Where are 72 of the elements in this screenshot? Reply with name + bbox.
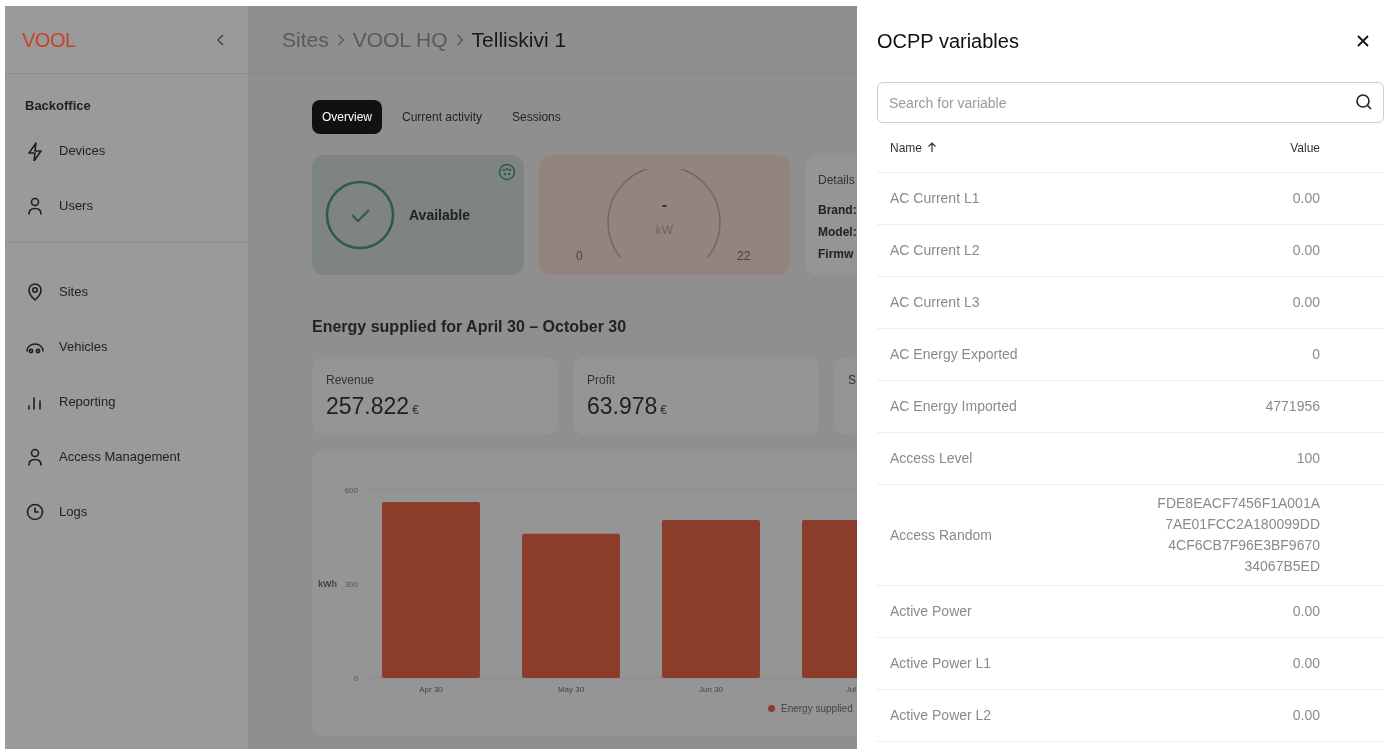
tab[interactable]: Sessions xyxy=(502,100,571,134)
table-cell-text: Active Power L2 xyxy=(890,706,992,725)
x-tick-label: May 30 xyxy=(557,685,585,694)
drawer-title: OCPP variables xyxy=(877,29,1019,54)
sidebar-item[interactable]: Logs xyxy=(5,484,248,540)
table-cell-text: Active Power xyxy=(890,602,972,621)
sidebar-item[interactable]: Access Management xyxy=(5,429,248,485)
sidebar-item[interactable]: Sites xyxy=(5,264,248,320)
clock-icon xyxy=(25,502,45,522)
person-icon xyxy=(25,196,45,216)
chevron-right-icon xyxy=(336,33,345,46)
table-cell-text: AC Current L2 xyxy=(890,241,980,260)
currency-unit: € xyxy=(412,402,419,419)
table-cell-text: 4771956 xyxy=(1265,397,1320,416)
table-cell-text: Active Power L1 xyxy=(890,654,992,673)
detail-label: Brand: xyxy=(818,202,857,219)
tab[interactable]: Overview xyxy=(312,100,382,134)
gauge-max: 22 xyxy=(737,248,751,265)
metric-label: S xyxy=(848,372,857,389)
column-header[interactable]: Name xyxy=(890,138,937,157)
metric-label: Revenue xyxy=(326,372,376,389)
x-tick-label: Apr 30 xyxy=(419,685,443,694)
search-field[interactable]: Search for variable xyxy=(877,82,1384,123)
metric-label: Profit xyxy=(587,372,616,389)
column-header[interactable]: Value xyxy=(1290,138,1320,157)
gauge-reading: - xyxy=(661,197,668,213)
table-cell-text: 0.00 xyxy=(1292,241,1320,260)
table-cell-text: 100 xyxy=(1296,449,1320,468)
sort-ascending-icon xyxy=(927,142,937,153)
tab[interactable]: Current activity xyxy=(392,100,493,134)
sidebar-item[interactable]: Users xyxy=(5,178,248,234)
currency-unit: € xyxy=(660,402,668,419)
sidebar-item[interactable]: Vehicles xyxy=(5,319,248,375)
y-axis-label: kWh xyxy=(318,579,337,589)
table-cell-text: AC Current L3 xyxy=(890,293,980,312)
status-label: Available xyxy=(409,205,470,225)
gauge-min: 0 xyxy=(576,248,583,265)
detail-label: Firmw xyxy=(818,246,855,263)
sidebar-item[interactable]: Devices xyxy=(5,123,248,179)
search-icon[interactable] xyxy=(1355,93,1373,111)
collapse-icon[interactable] xyxy=(217,33,225,46)
table-cell-text: FDE8EACF7456F1A001A 7AE01FCC2A180099DD 4CF6CB7F96E3BF9670 34067B5ED xyxy=(1157,494,1320,576)
table-cell-text: AC Energy Exported xyxy=(890,345,1018,364)
table-cell-text: AC Current L1 xyxy=(890,189,980,208)
logo: VOOL xyxy=(22,27,76,53)
table-cell-text: 0.00 xyxy=(1292,602,1320,621)
person-icon xyxy=(25,447,45,467)
metric-value: 63.978 xyxy=(587,392,658,421)
table-cell-text: 0.00 xyxy=(1292,293,1320,312)
location-pin-icon xyxy=(25,282,45,302)
metric-value: 257.822 xyxy=(326,392,410,421)
x-tick-label: Jun 30 xyxy=(699,685,723,694)
section-heading: Energy supplied for April 30 – October 30 xyxy=(312,317,628,337)
table-cell-text: 0.00 xyxy=(1292,706,1320,725)
section-title: Backoffice xyxy=(24,97,92,115)
table-cell-text: 0.00 xyxy=(1292,654,1320,673)
close-icon[interactable] xyxy=(1357,35,1369,47)
lightning-icon xyxy=(25,141,45,161)
breadcrumb: Telliskivi 1 xyxy=(471,26,567,53)
connector-plug-icon xyxy=(498,163,516,181)
table-cell-text: Access Random xyxy=(890,525,992,545)
table-cell-text: 0.00 xyxy=(1292,189,1320,208)
details-title: Details xyxy=(818,172,856,189)
detail-label: Model: xyxy=(818,224,857,241)
table-cell-text: AC Energy Imported xyxy=(890,397,1017,416)
chevron-right-icon xyxy=(455,33,464,46)
table-cell-text: 0 xyxy=(1312,345,1320,364)
x-tick-label: Jul xyxy=(845,685,857,694)
sidebar-item[interactable]: Reporting xyxy=(5,374,248,430)
legend-label: Energy supplied xyxy=(781,702,853,716)
table-cell-text: Access Level xyxy=(890,449,973,468)
check-circle-icon xyxy=(325,180,395,250)
